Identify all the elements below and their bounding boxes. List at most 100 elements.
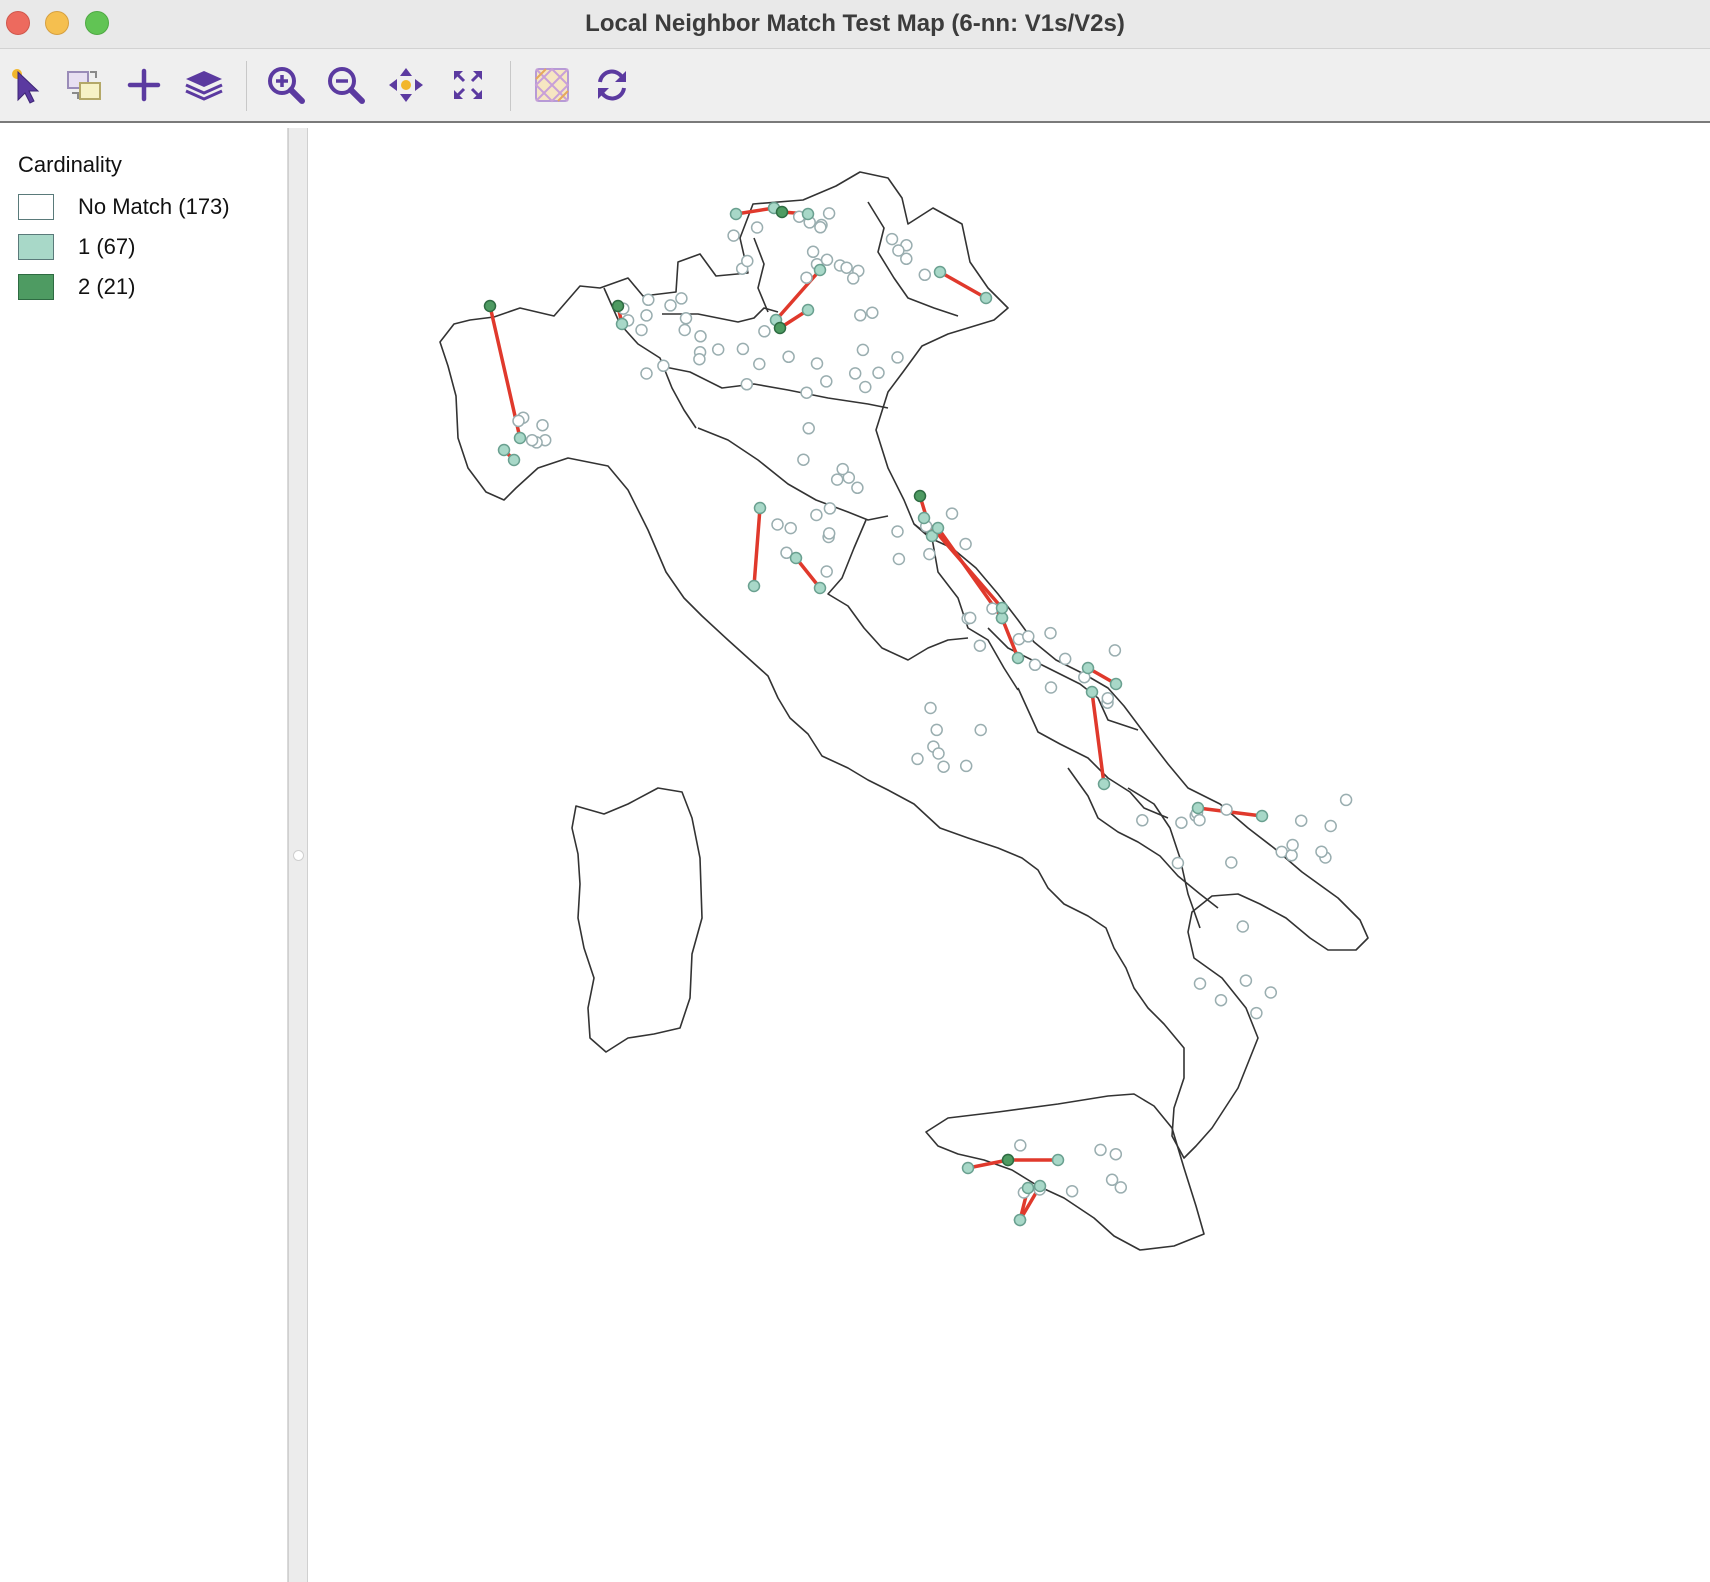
no-match-point[interactable] [758, 325, 771, 338]
match-1-point[interactable] [961, 1161, 975, 1175]
no-match-point[interactable] [657, 359, 670, 373]
no-match-point[interactable] [891, 351, 904, 364]
no-match-point[interactable] [830, 473, 844, 486]
refresh-button[interactable] [590, 63, 634, 107]
no-match-point[interactable] [525, 433, 539, 447]
match-1-point[interactable] [1255, 809, 1269, 823]
no-match-point[interactable] [1324, 819, 1337, 833]
no-match-point[interactable] [536, 418, 549, 432]
no-match-point[interactable] [1214, 993, 1228, 1007]
match-1-point[interactable] [931, 521, 945, 535]
no-match-point[interactable] [1171, 856, 1185, 870]
no-match-point[interactable] [866, 306, 879, 319]
pan-button[interactable] [384, 63, 428, 107]
no-match-point[interactable] [678, 323, 691, 337]
no-match-point[interactable] [1315, 845, 1328, 858]
match-1-point[interactable] [513, 431, 527, 445]
no-match-point[interactable] [1108, 644, 1122, 657]
no-match-point[interactable] [1225, 856, 1238, 869]
no-match-point[interactable] [963, 611, 977, 625]
no-match-point[interactable] [872, 366, 885, 380]
no-match-point[interactable] [851, 481, 864, 495]
no-match-point[interactable] [1220, 803, 1233, 816]
no-match-point[interactable] [1022, 630, 1035, 643]
italy-map[interactable] [308, 128, 1710, 1582]
match-1-point[interactable] [1085, 685, 1099, 699]
no-match-point[interactable] [1193, 813, 1206, 827]
match-1-point[interactable] [995, 601, 1009, 615]
match-1-point[interactable] [507, 453, 521, 467]
no-match-point[interactable] [802, 422, 815, 435]
basemap-button[interactable] [530, 63, 574, 107]
add-layer-button[interactable] [122, 63, 166, 107]
match-1-point[interactable] [1097, 777, 1111, 791]
no-match-point[interactable] [1175, 816, 1188, 829]
no-match-point[interactable] [512, 414, 525, 428]
no-match-point[interactable] [741, 254, 754, 268]
no-match-point[interactable] [1094, 1143, 1107, 1157]
no-match-point[interactable] [1236, 920, 1250, 933]
match-1-point[interactable] [813, 581, 827, 595]
match-1-point[interactable] [813, 263, 827, 277]
no-match-point[interactable] [806, 245, 820, 259]
zoom-out-button[interactable] [324, 63, 368, 107]
no-match-point[interactable] [642, 293, 655, 307]
layers-button[interactable] [182, 63, 226, 107]
no-match-point[interactable] [974, 723, 987, 737]
match-1-point[interactable] [1011, 651, 1025, 665]
no-match-point[interactable] [1114, 1181, 1128, 1194]
no-match-point[interactable] [1264, 986, 1278, 999]
match-1-point[interactable] [933, 265, 947, 279]
no-match-point[interactable] [822, 527, 836, 540]
no-match-point[interactable] [820, 253, 834, 267]
no-match-point[interactable] [1044, 681, 1058, 694]
no-match-point[interactable] [675, 292, 688, 305]
no-match-point[interactable] [750, 221, 764, 234]
selection-shape-button[interactable] [62, 63, 106, 107]
no-match-point[interactable] [846, 272, 860, 285]
no-match-point[interactable] [640, 309, 653, 322]
match-1-point[interactable] [1051, 1153, 1065, 1167]
no-match-point[interactable] [822, 207, 836, 220]
match-1-point[interactable] [1013, 1213, 1027, 1227]
no-match-point[interactable] [1294, 814, 1308, 827]
no-match-point[interactable] [1339, 793, 1353, 807]
no-match-point[interactable] [797, 453, 810, 466]
match-2-point[interactable] [775, 205, 789, 219]
no-match-point[interactable] [814, 221, 827, 234]
zoom-in-button[interactable] [264, 63, 308, 107]
match-2-point[interactable] [913, 489, 927, 503]
no-match-point[interactable] [937, 760, 950, 773]
match-1-point[interactable] [753, 501, 767, 515]
no-match-point[interactable] [945, 507, 959, 520]
no-match-point[interactable] [820, 565, 833, 578]
no-match-point[interactable] [1250, 1006, 1263, 1020]
match-1-point[interactable] [789, 551, 803, 565]
no-match-point[interactable] [800, 271, 813, 284]
match-1-point[interactable] [615, 317, 629, 331]
no-match-point[interactable] [693, 352, 706, 366]
no-match-point[interactable] [1044, 626, 1057, 640]
no-match-point[interactable] [784, 521, 797, 535]
no-match-point[interactable] [800, 386, 813, 399]
match-2-point[interactable] [773, 321, 787, 335]
match-1-point[interactable] [1191, 801, 1205, 815]
no-match-point[interactable] [640, 367, 653, 380]
no-match-point[interactable] [753, 357, 766, 371]
full-extent-button[interactable] [446, 63, 490, 107]
no-match-point[interactable] [1065, 1184, 1079, 1198]
match-1-point[interactable] [729, 207, 743, 221]
no-match-point[interactable] [740, 378, 754, 391]
no-match-point[interactable] [727, 229, 740, 242]
no-match-point[interactable] [1058, 652, 1072, 666]
no-match-point[interactable] [1193, 977, 1207, 990]
no-match-point[interactable] [924, 701, 937, 715]
match-1-point[interactable] [917, 511, 931, 525]
match-1-point[interactable] [747, 579, 761, 593]
no-match-point[interactable] [930, 723, 943, 737]
no-match-point[interactable] [973, 639, 987, 652]
no-match-point[interactable] [840, 261, 853, 274]
match-1-point[interactable] [497, 443, 511, 457]
no-match-point[interactable] [892, 552, 906, 566]
no-match-point[interactable] [918, 268, 932, 282]
